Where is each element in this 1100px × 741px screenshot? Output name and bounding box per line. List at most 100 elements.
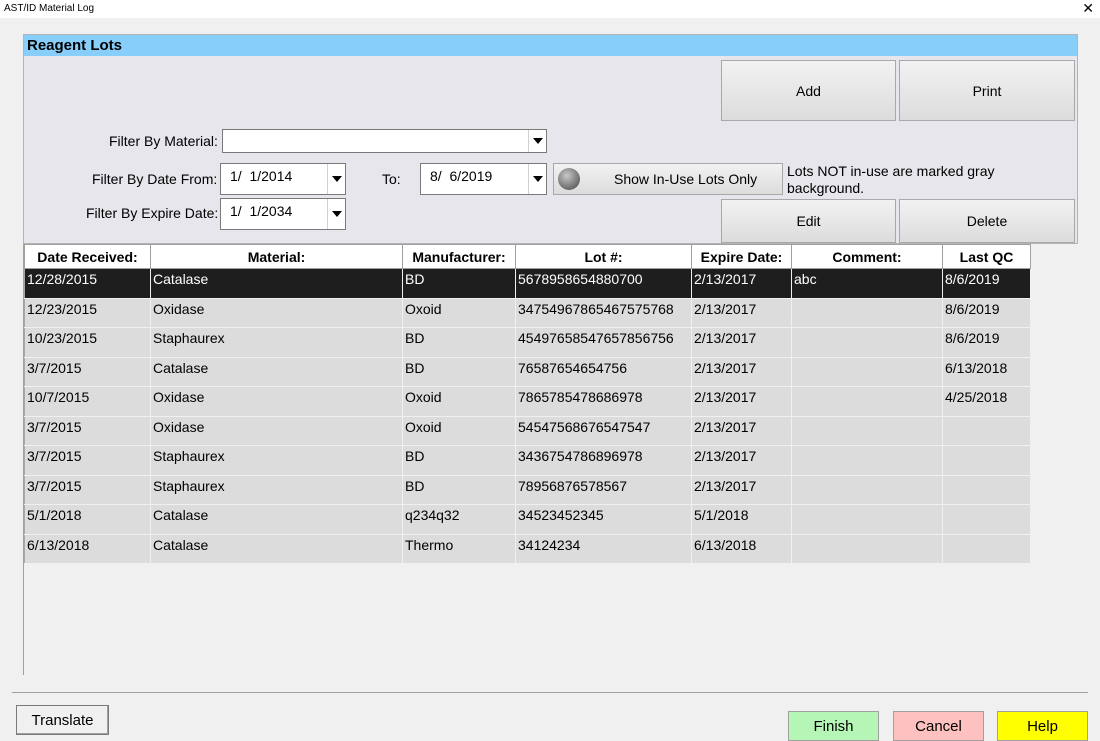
date-received-cell[interactable]: 6/13/2018	[24, 533, 151, 564]
last-qc-cell[interactable]: 6/13/2018	[942, 356, 1031, 387]
expire-date-cell[interactable]: 2/13/2017	[691, 474, 792, 505]
manufacturer-cell[interactable]: BD	[402, 474, 516, 505]
date-received-cell[interactable]: 10/7/2015	[24, 386, 151, 417]
date-from-picker[interactable]: 1/ 1/2014	[220, 163, 346, 195]
expire-date-picker[interactable]: 1/ 1/2034	[220, 198, 346, 230]
last-qc-cell[interactable]	[942, 504, 1031, 535]
table-row[interactable]: 6/13/2018 Catalase Thermo 34124234 6/13/2018	[24, 533, 1031, 564]
column-header[interactable]: Comment:	[791, 244, 943, 269]
column-header[interactable]: Last QC	[942, 244, 1031, 269]
lot-number-cell[interactable]: 54547568676547547	[515, 415, 692, 446]
table-row[interactable]: 5/1/2018 Catalase q234q32 34523452345 5/1/20…	[24, 504, 1031, 535]
column-header[interactable]: Manufacturer:	[402, 244, 516, 269]
table-row[interactable]: 10/7/2015 Oxidase Oxoid 7865785478686978 2/1…	[24, 386, 1031, 417]
date-to-picker[interactable]: 8/ 6/2019	[420, 163, 547, 195]
date-received-cell[interactable]: 5/1/2018	[24, 504, 151, 535]
column-header[interactable]: Lot #:	[515, 244, 692, 269]
table-row[interactable]: 10/23/2015 Staphaurex BD 454976585476578567…	[24, 327, 1031, 358]
lot-number-cell[interactable]: 5678958654880700	[515, 268, 692, 299]
chevron-down-icon[interactable]	[528, 164, 546, 194]
manufacturer-cell[interactable]: BD	[402, 356, 516, 387]
manufacturer-cell[interactable]: BD	[402, 268, 516, 299]
material-cell[interactable]: Oxidase	[150, 386, 403, 417]
expire-date-cell[interactable]: 2/13/2017	[691, 327, 792, 358]
manufacturer-cell[interactable]: BD	[402, 445, 516, 476]
lot-number-cell[interactable]: 3436754786896978	[515, 445, 692, 476]
material-cell[interactable]: Catalase	[150, 356, 403, 387]
table-row[interactable]: 12/28/2015 Catalase BD 5678958654880700 2/13…	[24, 268, 1031, 299]
table-row[interactable]: 12/23/2015 Oxidase Oxoid 347549678654675757…	[24, 297, 1031, 328]
comment-cell[interactable]: abc	[791, 268, 943, 299]
expire-date-cell[interactable]: 2/13/2017	[691, 356, 792, 387]
help-button[interactable]: Help	[997, 711, 1088, 741]
table-row[interactable]: 3/7/2015 Oxidase Oxoid 54547568676547547 2/1…	[24, 415, 1031, 446]
material-cell[interactable]: Oxidase	[150, 297, 403, 328]
lot-number-cell[interactable]: 34754967865467575768	[515, 297, 692, 328]
lot-number-cell[interactable]: 45497658547657856756	[515, 327, 692, 358]
material-cell[interactable]: Catalase	[150, 504, 403, 535]
date-received-cell[interactable]: 3/7/2015	[24, 445, 151, 476]
material-cell[interactable]: Staphaurex	[150, 445, 403, 476]
material-filter-dropdown[interactable]	[222, 129, 547, 153]
manufacturer-cell[interactable]: Thermo	[402, 533, 516, 564]
date-received-cell[interactable]: 12/28/2015	[24, 268, 151, 299]
chevron-down-icon[interactable]	[327, 164, 345, 194]
expire-date-cell[interactable]: 2/13/2017	[691, 415, 792, 446]
delete-button[interactable]: Delete	[899, 199, 1075, 243]
expire-date-cell[interactable]: 5/1/2018	[691, 504, 792, 535]
lot-number-cell[interactable]: 7865785478686978	[515, 386, 692, 417]
expire-date-cell[interactable]: 2/13/2017	[691, 268, 792, 299]
comment-cell[interactable]	[791, 533, 943, 564]
expire-date-cell[interactable]: 2/13/2017	[691, 297, 792, 328]
material-cell[interactable]: Oxidase	[150, 415, 403, 446]
show-in-use-toggle[interactable]: Show In-Use Lots Only	[553, 163, 783, 195]
comment-cell[interactable]	[791, 504, 943, 535]
last-qc-cell[interactable]: 4/25/2018	[942, 386, 1031, 417]
column-header[interactable]: Date Received:	[24, 244, 151, 269]
close-icon[interactable]: ✕	[1082, 0, 1094, 16]
print-button[interactable]: Print	[899, 60, 1075, 121]
comment-cell[interactable]	[791, 356, 943, 387]
manufacturer-cell[interactable]: q234q32	[402, 504, 516, 535]
comment-cell[interactable]	[791, 415, 943, 446]
date-received-cell[interactable]: 3/7/2015	[24, 415, 151, 446]
column-header[interactable]: Material:	[150, 244, 403, 269]
manufacturer-cell[interactable]: Oxoid	[402, 386, 516, 417]
date-received-cell[interactable]: 3/7/2015	[24, 474, 151, 505]
expire-date-cell[interactable]: 2/13/2017	[691, 386, 792, 417]
material-cell[interactable]: Staphaurex	[150, 474, 403, 505]
lot-number-cell[interactable]: 76587654654756	[515, 356, 692, 387]
comment-cell[interactable]	[791, 474, 943, 505]
last-qc-cell[interactable]	[942, 474, 1031, 505]
chevron-down-icon[interactable]	[528, 130, 546, 152]
comment-cell[interactable]	[791, 445, 943, 476]
table-row[interactable]: 3/7/2015 Staphaurex BD 3436754786896978 2/13…	[24, 445, 1031, 476]
material-cell[interactable]: Catalase	[150, 268, 403, 299]
expire-date-cell[interactable]: 6/13/2018	[691, 533, 792, 564]
table-row[interactable]: 3/7/2015 Catalase BD 76587654654756 2/13/201…	[24, 356, 1031, 387]
material-cell[interactable]: Staphaurex	[150, 327, 403, 358]
manufacturer-cell[interactable]: Oxoid	[402, 415, 516, 446]
lot-number-cell[interactable]: 78956876578567	[515, 474, 692, 505]
comment-cell[interactable]	[791, 386, 943, 417]
translate-button[interactable]: Translate	[16, 705, 109, 735]
comment-cell[interactable]	[791, 297, 943, 328]
manufacturer-cell[interactable]: Oxoid	[402, 297, 516, 328]
add-button[interactable]: Add	[721, 60, 896, 121]
last-qc-cell[interactable]	[942, 415, 1031, 446]
last-qc-cell[interactable]: 8/6/2019	[942, 268, 1031, 299]
date-received-cell[interactable]: 3/7/2015	[24, 356, 151, 387]
finish-button[interactable]: Finish	[788, 711, 879, 741]
cancel-button[interactable]: Cancel	[893, 711, 984, 741]
edit-button[interactable]: Edit	[721, 199, 896, 243]
last-qc-cell[interactable]: 8/6/2019	[942, 327, 1031, 358]
lot-number-cell[interactable]: 34124234	[515, 533, 692, 564]
last-qc-cell[interactable]: 8/6/2019	[942, 297, 1031, 328]
date-received-cell[interactable]: 12/23/2015	[24, 297, 151, 328]
column-header[interactable]: Expire Date:	[691, 244, 792, 269]
date-received-cell[interactable]: 10/23/2015	[24, 327, 151, 358]
chevron-down-icon[interactable]	[327, 199, 345, 229]
last-qc-cell[interactable]	[942, 445, 1031, 476]
expire-date-cell[interactable]: 2/13/2017	[691, 445, 792, 476]
table-row[interactable]: 3/7/2015 Staphaurex BD 78956876578567 2/13/2…	[24, 474, 1031, 505]
